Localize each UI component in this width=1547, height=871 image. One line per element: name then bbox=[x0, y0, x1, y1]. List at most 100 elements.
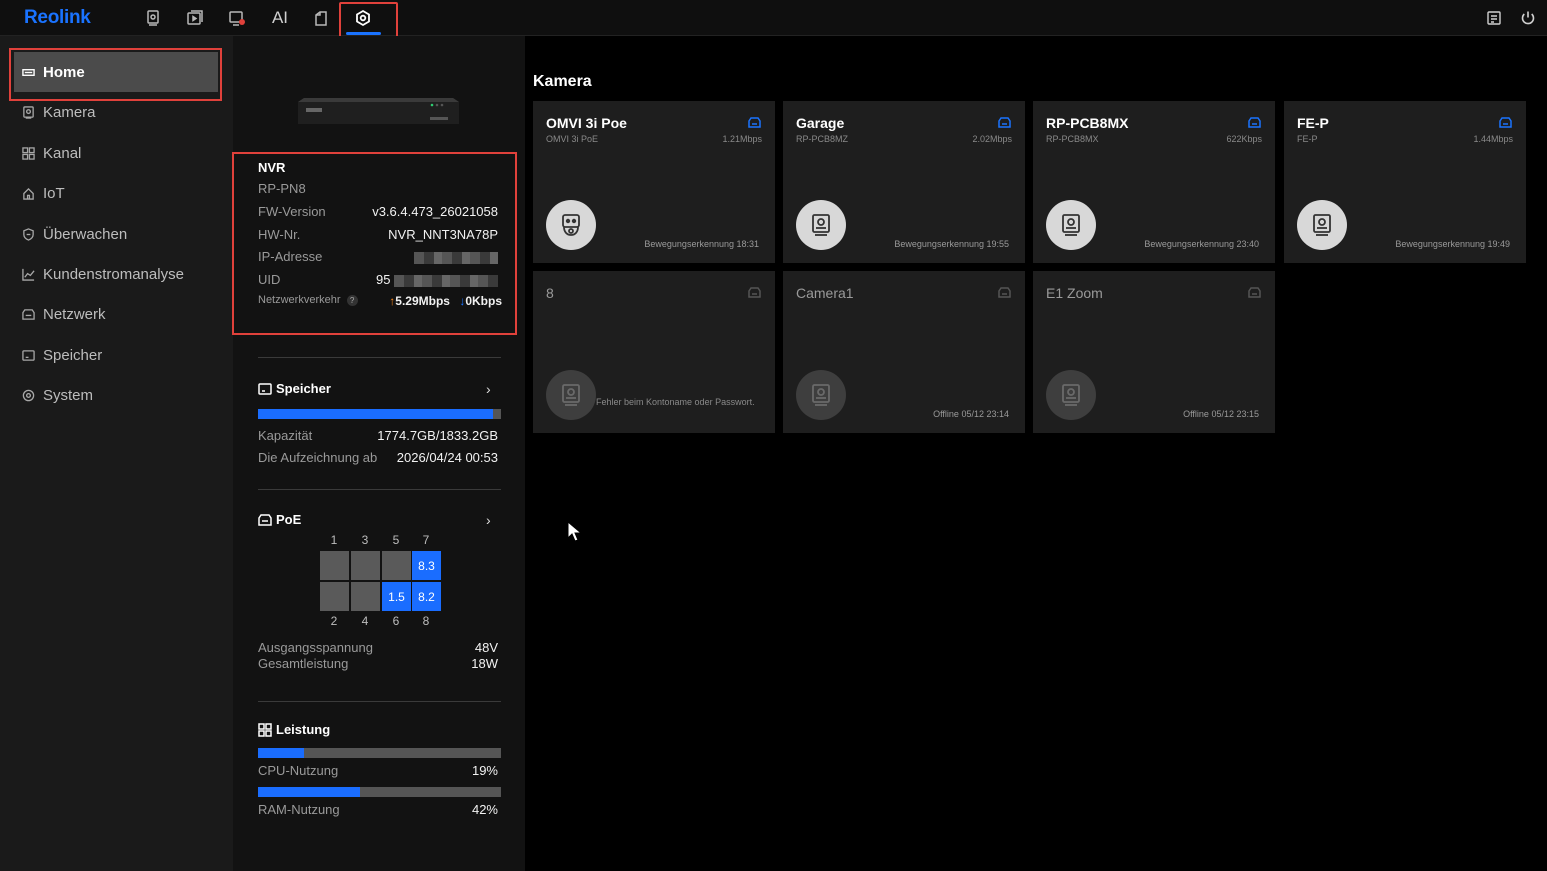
camera-icon bbox=[1046, 370, 1096, 420]
camera-card[interactable]: E1 Zoom Offline 05/12 23:15 bbox=[1033, 271, 1275, 433]
recording-start-value: 2026/04/24 00:53 bbox=[396, 450, 498, 465]
sidebar-item-kundenstromanalyse[interactable]: Kundenstromanalyse bbox=[14, 254, 218, 294]
alarm-icon[interactable] bbox=[222, 4, 252, 32]
poe-port-1 bbox=[320, 551, 349, 580]
sidebar-item-system[interactable]: System bbox=[14, 375, 218, 415]
performance-title: Leistung bbox=[276, 722, 331, 737]
help-icon[interactable]: ? bbox=[346, 295, 358, 306]
chevron-right-icon[interactable]: › bbox=[486, 512, 491, 528]
sidebar-item-label: Kanal bbox=[43, 144, 82, 162]
shield-icon bbox=[22, 227, 36, 241]
camera-model: FE-P bbox=[1297, 134, 1318, 144]
offline-status: Offline 05/12 23:15 bbox=[1183, 409, 1259, 419]
power-icon[interactable] bbox=[1516, 6, 1540, 30]
network-status-icon bbox=[1499, 117, 1512, 128]
fw-version-label: FW-Version bbox=[258, 204, 326, 219]
hw-number-value: NVR_NNT3NA78P bbox=[388, 227, 498, 242]
sidebar-item-label: Überwachen bbox=[43, 225, 128, 243]
camera-name: FE-P bbox=[1297, 115, 1329, 131]
poe-port-4 bbox=[351, 582, 380, 611]
poe-title: PoE bbox=[276, 512, 302, 527]
camera-icon bbox=[1046, 200, 1096, 250]
cpu-usage-label: CPU-Nutzung bbox=[258, 763, 339, 778]
storage-section-header[interactable]: Speicher bbox=[258, 381, 331, 396]
grid-icon bbox=[258, 722, 272, 737]
dome-camera-icon bbox=[546, 200, 596, 250]
notes-icon[interactable] bbox=[1482, 6, 1506, 30]
live-view-icon[interactable] bbox=[138, 4, 168, 32]
camera-card[interactable]: Garage RP-PCB8MZ 2.02Mbps Bewegungserken… bbox=[783, 101, 1025, 263]
network-status-icon bbox=[748, 287, 761, 298]
poe-port-number: 6 bbox=[392, 614, 400, 628]
ram-usage-fill bbox=[258, 787, 361, 797]
poe-port-number: 4 bbox=[361, 614, 369, 628]
camera-name: Camera1 bbox=[796, 285, 854, 301]
grid-icon bbox=[22, 146, 36, 160]
camera-card[interactable]: Camera1 Offline 05/12 23:14 bbox=[783, 271, 1025, 433]
sidebar-item-ueberwachen[interactable]: Überwachen bbox=[14, 214, 218, 254]
network-traffic-label: Netzwerkverkehr bbox=[258, 294, 341, 306]
camera-name: OMVI 3i Poe bbox=[546, 115, 627, 131]
camera-card[interactable]: OMVI 3i Poe OMVI 3i PoE 1.21Mbps Bewegun… bbox=[533, 101, 775, 263]
last-event: Bewegungserkennung 18:31 bbox=[644, 239, 759, 249]
total-power-value: 18W bbox=[471, 656, 498, 671]
upload-value: 5.29Mbps bbox=[395, 294, 450, 308]
chevron-right-icon[interactable]: › bbox=[486, 381, 491, 397]
output-voltage-value: 48V bbox=[474, 640, 498, 655]
performance-section-header: Leistung bbox=[258, 722, 330, 737]
storage-title: Speicher bbox=[276, 381, 331, 396]
sidebar-item-kanal[interactable]: Kanal bbox=[14, 133, 218, 173]
camera-model: RP-PCB8MX bbox=[1046, 134, 1099, 144]
camera-model: RP-PCB8MZ bbox=[796, 134, 849, 144]
poe-port-number: 2 bbox=[330, 614, 338, 628]
network-status-icon bbox=[1248, 117, 1261, 128]
sidebar-item-label: IoT bbox=[43, 184, 65, 202]
fw-version-value: v3.6.4.473_26021058 bbox=[372, 204, 498, 219]
sidebar-item-netzwerk[interactable]: Netzwerk bbox=[14, 294, 218, 334]
camera-card[interactable]: RP-PCB8MX RP-PCB8MX 622Kbps Bewegungserk… bbox=[1033, 101, 1275, 263]
divider bbox=[258, 489, 501, 490]
uid-prefix: 95 bbox=[376, 272, 391, 287]
poe-port-2 bbox=[320, 582, 349, 611]
output-voltage-label: Ausgangsspannung bbox=[258, 640, 373, 655]
poe-section-header[interactable]: PoE bbox=[258, 512, 301, 527]
camera-icon bbox=[796, 370, 846, 420]
divider bbox=[258, 701, 501, 702]
storage-icon bbox=[258, 382, 272, 395]
chart-icon bbox=[22, 267, 36, 281]
ram-usage-label: RAM-Nutzung bbox=[258, 802, 340, 817]
camera-icon bbox=[546, 370, 596, 420]
poe-port-number: 3 bbox=[361, 533, 369, 547]
poe-port-number: 7 bbox=[422, 533, 430, 547]
reolink-logo: Reolink bbox=[24, 7, 91, 28]
cpu-usage-row: CPU-Nutzung 19% bbox=[258, 763, 501, 778]
sidebar-item-speicher[interactable]: Speicher bbox=[14, 335, 218, 375]
sidebar-item-kamera[interactable]: Kamera bbox=[14, 92, 218, 132]
offline-status: Offline 05/12 23:14 bbox=[933, 409, 1009, 419]
poe-port-number: 1 bbox=[330, 533, 338, 547]
camera-bitrate: 622Kbps bbox=[1226, 134, 1262, 144]
files-icon[interactable] bbox=[306, 4, 336, 32]
mouse-cursor-icon bbox=[567, 521, 583, 542]
poe-port-7: 8.3 bbox=[412, 551, 441, 580]
ip-address-label: IP-Adresse bbox=[258, 249, 323, 264]
camera-icon bbox=[1297, 200, 1347, 250]
camera-card[interactable]: 8 Fehler beim Kontoname oder Passwort. bbox=[533, 271, 775, 433]
ai-tab[interactable]: AI bbox=[265, 4, 295, 32]
camera-card[interactable]: FE-P FE-P 1.44Mbps Bewegungserkennung 19… bbox=[1284, 101, 1526, 263]
sidebar-item-label: Kamera bbox=[43, 103, 96, 121]
sidebar-item-label: System bbox=[43, 386, 94, 404]
poe-port-8: 8.2 bbox=[412, 582, 441, 611]
last-event: Bewegungserkennung 19:55 bbox=[894, 239, 1009, 249]
last-event: Bewegungserkennung 19:49 bbox=[1395, 239, 1510, 249]
capacity-value: 1774.7GB/1833.2GB bbox=[377, 428, 498, 443]
poe-port-number: 8 bbox=[422, 614, 430, 628]
sidebar-item-iot[interactable]: IoT bbox=[14, 173, 218, 213]
cpu-usage-bar bbox=[258, 748, 501, 758]
camera-bitrate: 1.44Mbps bbox=[1473, 134, 1513, 144]
total-power-label: Gesamtleistung bbox=[258, 656, 349, 671]
playback-icon[interactable] bbox=[180, 4, 210, 32]
camera-icon bbox=[796, 200, 846, 250]
sidebar-item-label: Netzwerk bbox=[43, 305, 106, 323]
camera-name: E1 Zoom bbox=[1046, 285, 1103, 301]
